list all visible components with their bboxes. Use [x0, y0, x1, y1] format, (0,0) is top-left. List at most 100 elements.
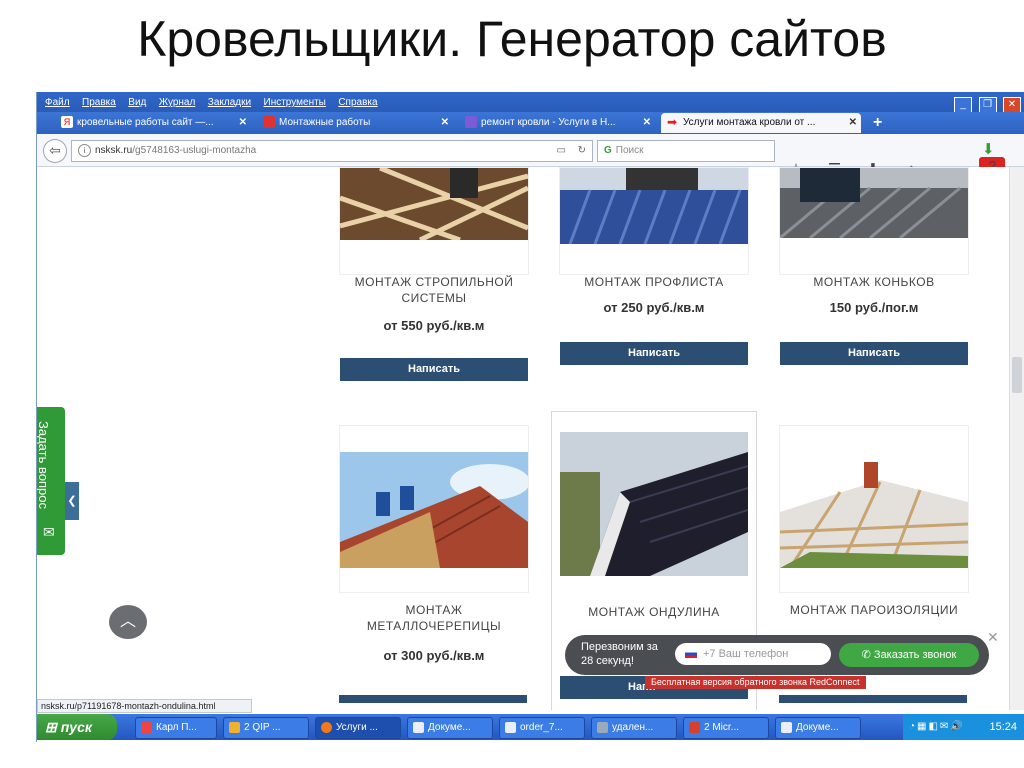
write-button[interactable]: Написать [560, 342, 748, 365]
write-button-partial[interactable] [339, 695, 527, 703]
addon-download-icon[interactable]: ⬇2 [977, 140, 1006, 177]
url-bar[interactable]: i nsksk.ru/g5748163-uslugi-montazha ▭ ↻ [71, 140, 593, 162]
system-tray: ◔▦◧✉🔊 15:24 [903, 714, 1024, 740]
back-button[interactable]: ⇦ [43, 139, 67, 163]
taskbar-item[interactable]: order_7... [499, 717, 585, 739]
clock: 15:24 [989, 721, 1017, 733]
taskbar-item[interactable]: 2 QIP ... [223, 717, 309, 739]
taskbar-item[interactable]: Докуме... [775, 717, 861, 739]
product-image[interactable] [780, 168, 968, 238]
menu-bookmarks[interactable]: Закладки [208, 93, 251, 113]
taskbar-item[interactable]: Карл П... [135, 717, 217, 739]
product-card: МОНТАЖ КОНЬКОВ 150 руб./пог.м Написать [779, 167, 969, 365]
callback-widget: Перезвоним за 28 секунд! +7 Ваш телефон … [565, 635, 989, 675]
tab-close-icon[interactable]: ✕ [239, 113, 247, 133]
menu-edit[interactable]: Правка [82, 93, 116, 113]
write-button[interactable]: Написать [780, 342, 968, 365]
product-price: 150 руб./пог.м [829, 300, 919, 315]
order-call-button[interactable]: ✆ Заказать звонок [839, 643, 979, 667]
tab-close-icon[interactable]: ✕ [441, 113, 449, 133]
reader-view-icon[interactable]: ▭ [557, 141, 566, 161]
tab-label: ремонт кровли - Услуги в Н... [481, 117, 616, 128]
product-image[interactable] [560, 432, 748, 576]
status-bar-url: nsksk.ru/p71191678-montazh-ondulina.html [37, 699, 252, 713]
close-window-icon[interactable]: ✕ [1003, 97, 1021, 113]
callback-text: Перезвоним за 28 секунд! [581, 641, 658, 667]
search-engine-icon[interactable]: G [604, 141, 612, 161]
info-icon[interactable]: i [78, 144, 91, 157]
windows-logo-icon: ⊞ [45, 719, 57, 735]
taskbar-item-label: order_7... [520, 722, 563, 733]
product-name[interactable]: МОНТАЖ ОНДУЛИНА [560, 604, 748, 620]
search-input[interactable]: G Поиск [597, 140, 775, 162]
scroll-up-icon[interactable]: ︿ [109, 605, 147, 639]
tab-label: Услуги монтажа кровли от ... [683, 117, 816, 128]
phone-placeholder: +7 Ваш телефон [703, 648, 789, 660]
page-content: МОНТАЖ СТРОПИЛЬНОЙ СИСТЕМЫ от 550 руб./к… [37, 167, 1024, 710]
product-image[interactable] [340, 168, 528, 240]
tab-remont[interactable]: ремонт кровли - Услуги в Н... ✕ [459, 113, 655, 133]
tab-close-icon[interactable]: ✕ [849, 113, 857, 133]
restore-icon[interactable]: ❐ [978, 97, 997, 113]
product-image[interactable] [780, 452, 968, 568]
write-button[interactable]: Написать [340, 358, 528, 381]
qip-icon [229, 721, 240, 733]
window-controls: _ ❐ ✕ [952, 94, 1021, 113]
collapse-arrow-icon[interactable]: ❮ [65, 482, 79, 520]
product-card: МОНТАЖ ПАРОИЗОЛЯЦИИ [779, 425, 969, 617]
taskbar-item-label: удален... [612, 722, 654, 733]
page-scrollbar[interactable] [1009, 167, 1024, 710]
ask-question-label: Задать вопрос [37, 421, 51, 509]
taskbar-item-label: 2 Micr... [704, 722, 740, 733]
taskbar-item[interactable]: Докуме... [407, 717, 493, 739]
tab-uslugi-active[interactable]: ➡ Услуги монтажа кровли от ... ✕ [661, 113, 861, 133]
russia-flag-icon[interactable] [685, 650, 697, 659]
tab-close-icon[interactable]: ✕ [643, 113, 651, 133]
taskbar-item[interactable]: удален... [591, 717, 677, 739]
product-name[interactable]: МОНТАЖ КОНЬКОВ [780, 274, 968, 290]
taskbar-item-label: Карл П... [156, 722, 197, 733]
menu-help[interactable]: Справка [338, 93, 377, 113]
product-image[interactable] [560, 168, 748, 244]
product-name[interactable]: МОНТАЖ ПРОФЛИСТА [560, 274, 748, 290]
firefox-icon [321, 721, 332, 733]
remote-desktop-icon [597, 721, 608, 733]
menu-tools[interactable]: Инструменты [264, 93, 326, 113]
ask-question-tab[interactable]: Задать вопрос ✉ [37, 407, 65, 555]
envelope-icon: ✉ [43, 524, 55, 540]
tab-yandex[interactable]: Якровельные работы сайт —... ✕ [55, 113, 251, 133]
tab-strip: Якровельные работы сайт —... ✕ Монтажные… [37, 112, 1024, 134]
menu-history[interactable]: Журнал [159, 93, 196, 113]
product-price: от 300 руб./кв.м [383, 648, 485, 663]
taskbar-item-active[interactable]: Услуги ... [315, 717, 401, 739]
product-name[interactable]: МОНТАЖ СТРОПИЛЬНОЙ СИСТЕМЫ [340, 274, 528, 306]
callback-note[interactable]: Бесплатная версия обратного звонка RedCo… [645, 676, 866, 689]
taskbar-item[interactable]: 2 Micr... [683, 717, 769, 739]
slide-title: Кровельщики. Генератор сайтов [137, 11, 887, 67]
product-image[interactable] [340, 452, 528, 568]
product-name[interactable]: МОНТАЖ МЕТАЛЛОЧЕРЕПИЦЫ [340, 602, 528, 634]
menu-view[interactable]: Вид [128, 93, 146, 113]
office-icon [689, 721, 700, 733]
phone-input[interactable]: +7 Ваш телефон [675, 643, 831, 665]
site-icon [263, 116, 275, 129]
tab-label: кровельные работы сайт —... [77, 117, 214, 128]
reload-icon[interactable]: ↻ [578, 141, 586, 161]
start-button[interactable]: ⊞ пуск [37, 714, 117, 740]
tab-montazhnye[interactable]: Монтажные работы ✕ [257, 113, 453, 133]
menu-file[interactable]: Файл [45, 93, 70, 113]
nav-bar: ⇦ i nsksk.ru/g5748163-uslugi-montazha ▭ ↻… [37, 134, 1024, 198]
taskbar-item-label: Докуме... [796, 722, 839, 733]
site-icon [465, 116, 477, 129]
minimize-icon[interactable]: _ [954, 97, 973, 113]
phone-icon: ✆ [861, 649, 874, 661]
new-tab-button[interactable]: + [873, 112, 882, 134]
product-name[interactable]: МОНТАЖ ПАРОИЗОЛЯЦИИ [780, 602, 968, 618]
write-button-partial[interactable] [779, 695, 967, 703]
tray-icons[interactable]: ◔▦◧✉🔊 [909, 714, 965, 740]
taskbar: ⊞ пуск Карл П... 2 QIP ... Услуги ... Док… [37, 714, 1024, 740]
start-label: пуск [60, 719, 92, 735]
callback-close-icon[interactable]: ✕ [987, 629, 999, 646]
taskbar-item-label: 2 QIP ... [244, 722, 281, 733]
scrollbar-thumb[interactable] [1012, 357, 1022, 393]
